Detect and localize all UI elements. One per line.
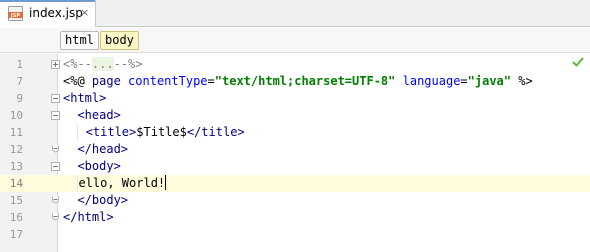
line-number: 11 xyxy=(9,126,23,139)
text-caret xyxy=(165,175,167,190)
breadcrumb-item-body[interactable]: body xyxy=(100,31,139,50)
code-token: --%> xyxy=(113,57,143,71)
code-token: = xyxy=(207,74,215,88)
code-line[interactable]: 9 <html> xyxy=(0,90,590,107)
code-token: "text/html;charset=UTF-8" xyxy=(214,74,396,88)
fold-collapse-icon[interactable] xyxy=(51,94,60,103)
code-text: <body> xyxy=(63,158,121,175)
jsp-file-icon: JSP xyxy=(8,6,23,21)
code-text: ello, World! xyxy=(63,175,167,192)
checkmark-icon xyxy=(572,56,584,68)
line-number: 13 xyxy=(9,160,23,173)
code-text: <%--...--%> xyxy=(63,56,143,73)
code-line[interactable]: 14 ello, World! xyxy=(0,175,590,192)
code-token: ello, World! xyxy=(78,176,166,190)
breadcrumb-item-html[interactable]: html xyxy=(60,31,99,50)
code-line[interactable]: 15 </body> xyxy=(0,192,590,209)
line-number: 14 xyxy=(9,177,23,190)
code-token: page xyxy=(91,74,121,88)
fold-end-icon[interactable] xyxy=(51,144,60,153)
code-token: contentType xyxy=(128,74,208,88)
code-token: </html> xyxy=(63,210,114,224)
line-number: 12 xyxy=(9,143,23,156)
code-text: <head> xyxy=(63,107,121,124)
code-token: %> xyxy=(511,74,533,88)
code-text: <%@ page contentType="text/html;charset=… xyxy=(63,73,533,90)
line-number: 10 xyxy=(9,109,23,122)
code-token: "java" xyxy=(467,74,512,88)
code-line[interactable]: 1 <%--...--%> xyxy=(0,56,590,73)
line-number: 9 xyxy=(16,92,23,105)
fold-end-icon[interactable] xyxy=(51,212,60,221)
fold-expand-icon[interactable] xyxy=(51,60,60,69)
line-number: 7 xyxy=(16,75,23,88)
code-text: <html> xyxy=(63,90,106,107)
code-editor[interactable]: 1 <%--...--%> 7 <%@ page contentType="text/… xyxy=(0,54,590,252)
code-token: <title> xyxy=(85,125,137,139)
code-line[interactable]: 11 <title>$Title$</title> xyxy=(0,124,590,141)
code-token: $Title$ xyxy=(136,125,187,139)
code-text: <title>$Title$</title> xyxy=(63,124,245,141)
code-token: </title> xyxy=(186,125,245,139)
tab-active-indicator xyxy=(0,0,95,2)
code-text: </body> xyxy=(63,192,128,209)
code-token: <%-- xyxy=(63,57,92,71)
code-text: </head> xyxy=(63,141,128,158)
tab-label: index.jsp xyxy=(29,6,83,20)
code-line[interactable]: 17 xyxy=(0,226,590,243)
tab-index-jsp[interactable]: JSP index.jsp × xyxy=(0,0,96,27)
code-token: </head> xyxy=(77,142,129,156)
fold-end-icon[interactable] xyxy=(51,195,60,204)
fold-collapse-icon[interactable] xyxy=(51,111,60,120)
fold-collapse-icon[interactable] xyxy=(51,162,60,171)
code-line[interactable]: 16 </html> xyxy=(0,209,590,226)
code-line[interactable]: 13 <body> xyxy=(0,158,590,175)
editor-tab-bar: JSP index.jsp × xyxy=(0,0,590,27)
collapsed-region[interactable]: ... xyxy=(91,57,114,71)
code-token: language xyxy=(402,74,461,88)
code-line[interactable]: 12 </head> xyxy=(0,141,590,158)
line-number: 16 xyxy=(9,211,23,224)
code-token: </body> xyxy=(77,193,129,207)
code-line[interactable]: 7 <%@ page contentType="text/html;charset… xyxy=(0,73,590,90)
code-token: <body> xyxy=(77,159,121,173)
code-token: <head> xyxy=(77,108,121,122)
breadcrumb: html body xyxy=(0,28,590,53)
close-icon[interactable]: × xyxy=(80,5,89,21)
code-token: <%@ xyxy=(63,74,92,88)
code-text: </html> xyxy=(63,209,114,226)
code-line[interactable]: 10 <head> xyxy=(0,107,590,124)
line-number: 17 xyxy=(9,228,23,241)
line-number: 15 xyxy=(9,194,23,207)
svg-text:JSP: JSP xyxy=(10,13,20,19)
code-token: = xyxy=(460,74,468,88)
code-token: <html> xyxy=(63,91,107,105)
line-number: 1 xyxy=(16,58,23,71)
